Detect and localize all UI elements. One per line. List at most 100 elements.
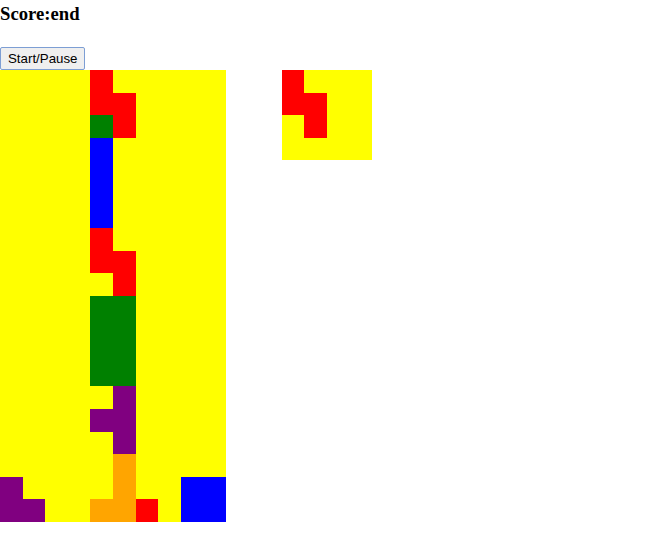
grid-cell bbox=[181, 364, 204, 387]
grid-cell bbox=[327, 115, 350, 138]
grid-cell bbox=[203, 228, 226, 251]
grid-cell bbox=[45, 183, 68, 206]
grid-cell bbox=[68, 454, 91, 477]
grid-cell bbox=[136, 273, 159, 296]
grid-cell bbox=[113, 115, 136, 138]
grid-cell bbox=[23, 273, 46, 296]
grid-cell bbox=[45, 70, 68, 93]
grid-cell bbox=[349, 93, 372, 116]
grid-cell bbox=[158, 228, 181, 251]
grid-cell bbox=[45, 409, 68, 432]
game-area bbox=[0, 70, 666, 522]
grid-cell bbox=[113, 93, 136, 116]
grid-cell bbox=[158, 93, 181, 116]
grid-cell bbox=[68, 364, 91, 387]
grid-cell bbox=[45, 341, 68, 364]
grid-cell bbox=[203, 183, 226, 206]
grid-cell bbox=[203, 364, 226, 387]
grid-cell bbox=[181, 273, 204, 296]
grid-cell bbox=[136, 454, 159, 477]
grid-cell bbox=[203, 409, 226, 432]
grid-cell bbox=[181, 296, 204, 319]
grid-cell bbox=[327, 70, 350, 93]
grid-cell bbox=[203, 341, 226, 364]
grid-cell bbox=[0, 115, 23, 138]
grid-cell bbox=[136, 364, 159, 387]
grid-cell bbox=[68, 138, 91, 161]
grid-cell bbox=[45, 273, 68, 296]
grid-cell bbox=[90, 160, 113, 183]
grid-cell bbox=[0, 70, 23, 93]
grid-cell bbox=[158, 454, 181, 477]
grid-cell bbox=[0, 477, 23, 500]
grid-cell bbox=[113, 409, 136, 432]
grid-cell bbox=[158, 319, 181, 342]
grid-cell bbox=[203, 454, 226, 477]
grid-cell bbox=[136, 160, 159, 183]
grid-cell bbox=[68, 341, 91, 364]
grid-cell bbox=[23, 499, 46, 522]
grid-cell bbox=[203, 273, 226, 296]
grid-cell bbox=[90, 386, 113, 409]
grid-cell bbox=[158, 183, 181, 206]
grid-cell bbox=[45, 319, 68, 342]
grid-cell bbox=[327, 93, 350, 116]
grid-cell bbox=[158, 115, 181, 138]
grid-cell bbox=[136, 499, 159, 522]
grid-cell bbox=[68, 499, 91, 522]
grid-cell bbox=[282, 70, 305, 93]
grid-cell bbox=[90, 499, 113, 522]
grid-cell bbox=[349, 138, 372, 161]
grid-cell bbox=[45, 499, 68, 522]
grid-cell bbox=[68, 296, 91, 319]
game-board bbox=[0, 70, 226, 522]
start-pause-button[interactable]: Start/Pause bbox=[0, 47, 85, 70]
grid-cell bbox=[158, 499, 181, 522]
grid-cell bbox=[304, 70, 327, 93]
grid-cell bbox=[23, 432, 46, 455]
grid-cell bbox=[158, 386, 181, 409]
grid-cell bbox=[113, 499, 136, 522]
grid-cell bbox=[90, 319, 113, 342]
grid-cell bbox=[90, 115, 113, 138]
grid-cell bbox=[113, 454, 136, 477]
grid-cell bbox=[0, 319, 23, 342]
grid-cell bbox=[45, 206, 68, 229]
grid-cell bbox=[68, 273, 91, 296]
grid-cell bbox=[181, 70, 204, 93]
grid-cell bbox=[45, 296, 68, 319]
grid-cell bbox=[136, 251, 159, 274]
grid-cell bbox=[68, 93, 91, 116]
grid-cell bbox=[23, 341, 46, 364]
grid-cell bbox=[136, 206, 159, 229]
grid-cell bbox=[113, 296, 136, 319]
grid-cell bbox=[181, 386, 204, 409]
grid-cell bbox=[203, 386, 226, 409]
grid-cell bbox=[0, 432, 23, 455]
grid-cell bbox=[181, 251, 204, 274]
grid-cell bbox=[158, 273, 181, 296]
grid-cell bbox=[45, 432, 68, 455]
grid-cell bbox=[0, 138, 23, 161]
grid-cell bbox=[45, 386, 68, 409]
grid-cell bbox=[0, 183, 23, 206]
grid-cell bbox=[90, 296, 113, 319]
grid-cell bbox=[282, 115, 305, 138]
grid-cell bbox=[136, 115, 159, 138]
grid-cell bbox=[113, 432, 136, 455]
grid-cell bbox=[203, 296, 226, 319]
grid-cell bbox=[136, 70, 159, 93]
grid-cell bbox=[68, 160, 91, 183]
grid-cell bbox=[23, 183, 46, 206]
grid-cell bbox=[68, 386, 91, 409]
grid-cell bbox=[136, 228, 159, 251]
grid-cell bbox=[203, 499, 226, 522]
grid-cell bbox=[68, 70, 91, 93]
grid-cell bbox=[0, 454, 23, 477]
grid-cell bbox=[0, 228, 23, 251]
grid-cell bbox=[90, 477, 113, 500]
grid-cell bbox=[181, 454, 204, 477]
grid-cell bbox=[181, 138, 204, 161]
grid-cell bbox=[181, 319, 204, 342]
grid-cell bbox=[0, 160, 23, 183]
